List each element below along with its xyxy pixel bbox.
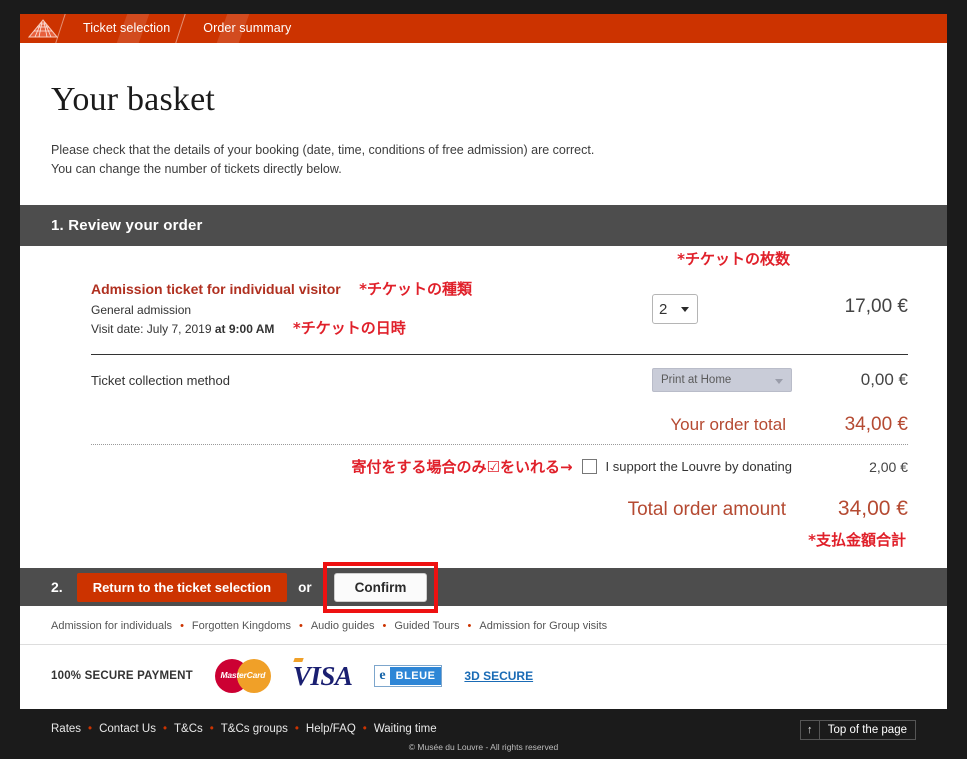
bullet-separator: • <box>294 723 299 735</box>
mastercard-icon: MasterCard <box>214 659 271 693</box>
donation-label: I support the Louvre by donating <box>605 459 792 474</box>
bullet-separator: • <box>362 723 367 735</box>
ticket-quantity-select[interactable]: 2 <box>652 294 698 324</box>
quantity-select-wrapper: 2 <box>652 294 698 324</box>
annotation-ticket-date: *チケットの日時 <box>292 319 406 337</box>
visa-tick-decoration <box>293 657 304 662</box>
bottom-link-waiting-time[interactable]: Waiting time <box>374 723 437 735</box>
visa-icon: VISA <box>292 657 353 692</box>
annotation-grand-total-row: *支払金額合計 <box>91 523 908 558</box>
page-title: Your basket <box>51 81 216 118</box>
table-row-grand-total: Total order amount 34,00 € <box>91 483 908 523</box>
bullet-separator: • <box>298 620 303 632</box>
order-table: Admission ticket for individual visitor … <box>51 250 916 558</box>
section-header-label: 1. Review your order <box>51 217 203 234</box>
page-container: Ticket selection Order summary Your bask… <box>20 14 947 759</box>
annotation-grand-total: *支払金額合計 <box>808 531 906 549</box>
bullet-separator: • <box>88 723 93 735</box>
ticket-subtitle: General admission <box>91 303 192 317</box>
collection-method-select[interactable]: Print at Home <box>652 368 792 392</box>
payment-methods-row: 100% SECURE PAYMENT MasterCard VISA e BL… <box>20 645 947 709</box>
visit-date-prefix: Visit date: July 7, 2019 <box>91 322 215 336</box>
intro-line-1: Please check that the details of your bo… <box>51 143 595 157</box>
nav-item-ticket-selection[interactable]: Ticket selection <box>67 14 186 43</box>
ticket-unit-price: 17,00 € <box>844 296 908 317</box>
bullet-separator: • <box>162 723 167 735</box>
donation-price: 2,00 € <box>869 458 908 475</box>
copyright-text: © Musée du Louvre - All rights reserved <box>408 742 559 752</box>
confirm-button[interactable]: Confirm <box>333 572 428 602</box>
e-carte-bleue-icon: e BLEUE <box>374 665 443 687</box>
or-label: or <box>298 579 312 595</box>
top-of-page-label: Top of the page <box>827 724 907 736</box>
annotation-ticket-type: *チケットの種類 <box>359 280 473 298</box>
bottom-link-tcs[interactable]: T&Cs <box>174 723 203 735</box>
footer-link-group-visits[interactable]: Admission for Group visits <box>479 620 607 632</box>
table-row-collection-method: Ticket collection method Print at Home 0… <box>91 355 908 404</box>
nav-item-order-summary[interactable]: Order summary <box>187 14 307 43</box>
donation-checkbox[interactable] <box>581 459 597 474</box>
annotation-donation: 寄付をする場合のみ☑をいれる→ <box>351 458 573 476</box>
annotation-ticket-quantity: *チケットの枚数 <box>677 250 790 268</box>
visa-label: VISA <box>292 660 353 691</box>
return-to-ticket-selection-button[interactable]: Return to the ticket selection <box>76 572 288 602</box>
footer-links-row: Admission for individuals • Forgotten King… <box>20 606 947 645</box>
collection-method-label: Ticket collection method <box>91 372 230 388</box>
nav-separator-1 <box>66 14 67 43</box>
table-row-ticket: Admission ticket for individual visitor … <box>91 250 908 355</box>
ticket-title: Admission ticket for individual visitor <box>91 281 341 297</box>
footer-link-audio-guides[interactable]: Audio guides <box>311 620 375 632</box>
intro-text: Please check that the details of your bo… <box>51 141 917 179</box>
footer-link-forgotten-kingdoms[interactable]: Forgotten Kingdoms <box>192 620 291 632</box>
bottom-footer: Rates • Contact Us • T&Cs • T&Cs groups • Help/F… <box>20 709 947 759</box>
bullet-separator: • <box>467 620 472 632</box>
collection-method-price: 0,00 € <box>860 370 908 389</box>
order-total-value: 34,00 € <box>844 414 908 435</box>
intro-line-2: You can change the number of tickets dir… <box>51 162 342 176</box>
footer-link-admission-individuals[interactable]: Admission for individuals <box>51 620 172 632</box>
step-number: 2. <box>51 579 63 595</box>
donation-left-group: 寄付をする場合のみ☑をいれる→ I support the Louvre by … <box>91 456 812 477</box>
grand-total-label: Total order amount <box>627 499 786 520</box>
ticket-description-cell: Admission ticket for individual visitor … <box>91 278 652 338</box>
order-summary-area: Admission ticket for individual visitor … <box>20 246 947 568</box>
nav-separator-2 <box>186 14 187 43</box>
section-header-review-order: 1. Review your order <box>20 205 947 246</box>
bullet-separator: • <box>209 723 214 735</box>
table-row-donation: 寄付をする場合のみ☑をいれる→ I support the Louvre by … <box>91 445 909 483</box>
bottom-link-contact-us[interactable]: Contact Us <box>99 723 156 735</box>
collection-method-value: Print at Home <box>661 374 732 386</box>
visit-date-time: at 9:00 AM <box>214 322 275 336</box>
chevron-down-icon <box>775 379 783 384</box>
action-bar: 2. Return to the ticket selection or Con… <box>20 561 947 613</box>
bullet-separator: • <box>382 620 387 632</box>
mastercard-label: MasterCard <box>220 670 266 680</box>
arrow-up-icon: ↑ <box>801 721 820 739</box>
3d-secure-link[interactable]: 3D SECURE <box>464 669 533 683</box>
hero-section: Your basket Please check that the detail… <box>20 43 947 205</box>
top-of-page-button[interactable]: ↑ Top of the page <box>799 720 916 740</box>
bullet-separator: • <box>180 620 184 632</box>
grand-total-value: 34,00 € <box>837 497 908 520</box>
ecb-e-label: e <box>375 667 390 685</box>
order-total-label: Your order total <box>670 415 786 434</box>
bottom-link-help-faq[interactable]: Help/FAQ <box>306 723 356 735</box>
bottom-link-tcs-groups[interactable]: T&Cs groups <box>221 723 288 735</box>
footer-link-guided-tours[interactable]: Guided Tours <box>394 620 459 632</box>
bottom-footer-links: Rates • Contact Us • T&Cs • T&Cs groups • Help/F… <box>51 723 916 735</box>
bottom-link-rates[interactable]: Rates <box>51 723 81 735</box>
table-row-order-total: Your order total 34,00 € <box>91 404 908 445</box>
ecb-bleue-label: BLEUE <box>389 667 442 685</box>
top-navigation-bar: Ticket selection Order summary <box>20 14 947 43</box>
ticket-visit-date: Visit date: July 7, 2019 at 9:00 AM <box>91 322 274 336</box>
collection-method-select-cell: Print at Home <box>652 368 812 392</box>
secure-payment-label: 100% SECURE PAYMENT <box>51 670 193 682</box>
screenshot-root: Ticket selection Order summary Your bask… <box>0 0 967 759</box>
confirm-button-highlight: Confirm <box>322 561 439 613</box>
ticket-quantity-cell: *チケットの枚数 2 <box>652 250 812 324</box>
